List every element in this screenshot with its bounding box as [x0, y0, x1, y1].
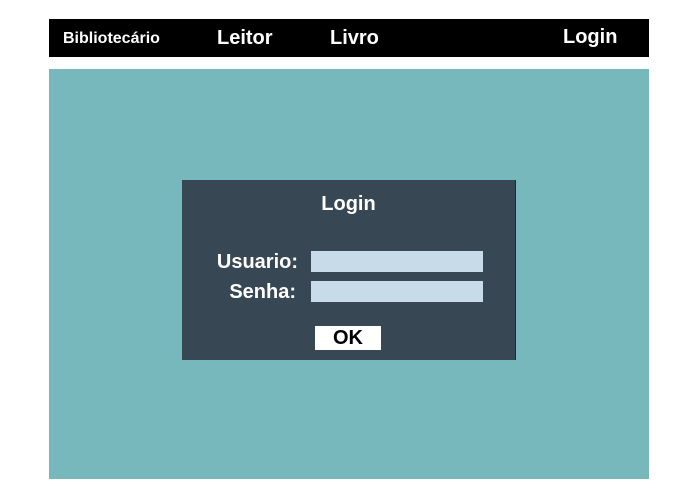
ok-button[interactable]: OK: [315, 326, 381, 350]
password-input[interactable]: [311, 281, 483, 302]
username-input[interactable]: [311, 251, 483, 272]
page: Bibliotecário Leitor Livro Login Login U…: [0, 0, 691, 502]
dialog-title: Login: [321, 193, 376, 215]
nav-item-login[interactable]: Login: [563, 26, 617, 49]
login-dialog: Login Usuario: Senha: OK: [182, 180, 516, 360]
top-navbar: Bibliotecário Leitor Livro Login: [49, 19, 649, 57]
nav-item-bibliotecario[interactable]: Bibliotecário: [63, 30, 160, 48]
username-label: Usuario:: [216, 251, 298, 273]
password-label: Senha:: [229, 281, 296, 303]
nav-item-livro[interactable]: Livro: [330, 27, 379, 50]
nav-item-leitor[interactable]: Leitor: [217, 27, 273, 50]
main-content-area: Login Usuario: Senha: OK: [49, 69, 649, 479]
